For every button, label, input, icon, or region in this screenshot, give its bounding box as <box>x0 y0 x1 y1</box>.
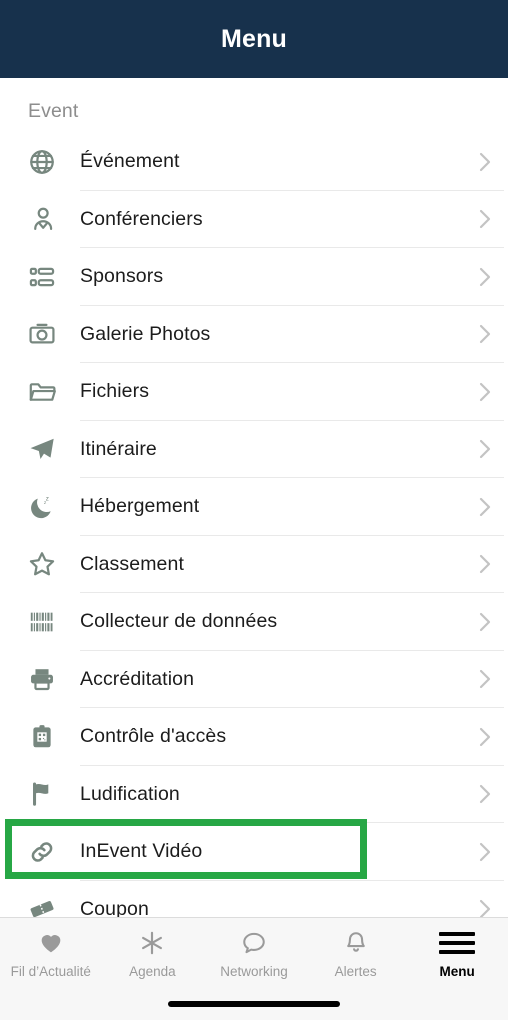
menu-item-label: Hébergement <box>80 495 200 518</box>
menu-item-label: Événement <box>80 150 180 173</box>
chevron-right-icon <box>462 379 508 405</box>
menu-item-label: Conférenciers <box>80 207 203 230</box>
menu-list: Événement Conférenciers Sponsors Galerie Ph… <box>0 133 508 938</box>
chevron-right-icon <box>462 839 508 865</box>
chevron-right-icon <box>462 436 508 462</box>
menu-item-sponsors[interactable]: Sponsors <box>0 248 508 306</box>
bell-icon <box>343 928 369 958</box>
flag-icon <box>28 780 80 808</box>
tab-networking[interactable]: Networking <box>203 928 305 979</box>
menu-item-accr-ditation[interactable]: Accréditation <box>0 650 508 708</box>
chevron-right-icon <box>462 206 508 232</box>
tab-menu[interactable]: Menu <box>406 928 508 979</box>
chevron-right-icon <box>462 551 508 577</box>
menu-item-fichiers[interactable]: Fichiers <box>0 363 508 421</box>
menu-item-label: Collecteur de données <box>80 610 278 633</box>
chevron-right-icon <box>462 724 508 750</box>
section-header-event: Event <box>28 100 79 122</box>
menu-item-conf-renciers[interactable]: Conférenciers <box>0 190 508 248</box>
chevron-right-icon <box>462 666 508 692</box>
menu-item-label: Itinéraire <box>80 437 157 460</box>
menu-item-label: Classement <box>80 552 184 575</box>
page-title: Menu <box>220 24 288 53</box>
tab-label: Alertes <box>334 964 377 979</box>
printer-icon <box>28 665 80 693</box>
chevron-right-icon <box>462 609 508 635</box>
menu-item-label: Ludification <box>80 782 180 805</box>
menu-item-collecteur-de-donn-es[interactable]: Collecteur de données <box>0 593 508 651</box>
chevron-right-icon <box>462 781 508 807</box>
asterisk-icon <box>139 928 165 958</box>
menu-item-itin-raire[interactable]: Itinéraire <box>0 420 508 478</box>
hamburger-icon <box>439 928 476 958</box>
speaker-person-icon <box>28 205 80 233</box>
tab-label: Agenda <box>129 964 176 979</box>
link-chain-icon <box>28 838 80 866</box>
menu-item-inevent-vid-o[interactable]: InEvent Vidéo <box>0 823 508 881</box>
star-icon <box>28 550 80 578</box>
menu-item-h-bergement[interactable]: z z Hébergement <box>0 478 508 536</box>
tab-fil-d-actualit[interactable]: Fil d’Actualité <box>0 928 102 979</box>
menu-item-galerie-photos[interactable]: Galerie Photos <box>0 305 508 363</box>
tab-alertes[interactable]: Alertes <box>305 928 407 979</box>
chevron-right-icon <box>462 494 508 520</box>
menu-item-classement[interactable]: Classement <box>0 535 508 593</box>
menu-item-label: Sponsors <box>80 265 164 288</box>
speech-bubble-icon <box>241 928 267 958</box>
barcode-icon <box>28 608 80 636</box>
paper-plane-icon <box>28 435 80 463</box>
menu-item-label: Contrôle d'accès <box>80 725 227 748</box>
chevron-right-icon <box>462 149 508 175</box>
tab-label: Menu <box>439 964 475 979</box>
chevron-right-icon <box>462 264 508 290</box>
menu-item-label: Fichiers <box>80 380 150 403</box>
globe-icon <box>28 148 80 176</box>
menu-item-label: Galerie Photos <box>80 322 211 345</box>
menu-item-label: InEvent Vidéo <box>80 840 203 863</box>
moon-sleep-icon: zz <box>28 493 80 521</box>
heart-icon <box>38 928 64 958</box>
tab-label: Networking <box>220 964 288 979</box>
menu-item-v-nement[interactable]: Événement <box>0 133 508 191</box>
menu-item-label: Accréditation <box>80 667 195 690</box>
app-header: Menu <box>0 0 508 78</box>
menu-item-ludification[interactable]: Ludification <box>0 765 508 823</box>
sponsors-grid-icon <box>28 263 80 291</box>
tab-agenda[interactable]: Agenda <box>102 928 204 979</box>
folder-icon <box>28 378 80 406</box>
mobile-screen: Menu Event Événement Conférenciers Sponsor… <box>0 0 508 1020</box>
camera-icon <box>28 320 80 348</box>
menu-item-contr-le-d-acc-s[interactable]: Contrôle d'accès <box>0 708 508 766</box>
clipboard-qr-icon <box>28 723 80 751</box>
home-indicator <box>168 1001 340 1007</box>
chevron-right-icon <box>462 321 508 347</box>
tab-label: Fil d’Actualité <box>10 964 91 979</box>
